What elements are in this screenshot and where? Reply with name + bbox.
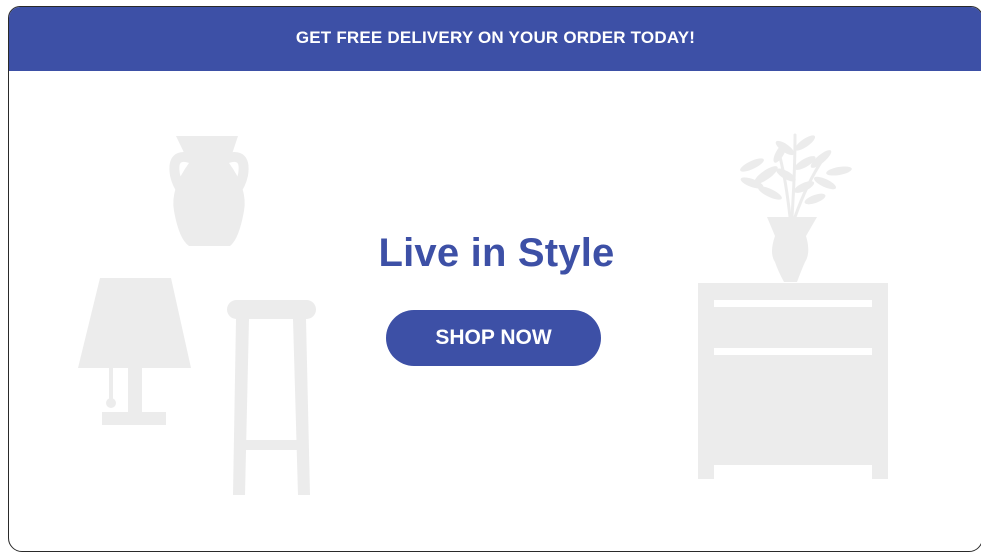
page-frame: GET FREE DELIVERY ON YOUR ORDER TODAY! L… [8,6,981,552]
promo-text: GET FREE DELIVERY ON YOUR ORDER TODAY! [295,28,696,47]
bar-stool-icon [227,300,316,495]
hero-headline: Live in Style [378,231,615,275]
hero-section: Live in Style SHOP NOW [9,71,981,551]
vase-icon [169,136,249,246]
table-lamp-icon [78,278,191,425]
promo-banner: GET FREE DELIVERY ON YOUR ORDER TODAY! [9,7,981,71]
dresser-icon [698,283,888,479]
shop-now-button[interactable]: SHOP NOW [386,310,601,366]
